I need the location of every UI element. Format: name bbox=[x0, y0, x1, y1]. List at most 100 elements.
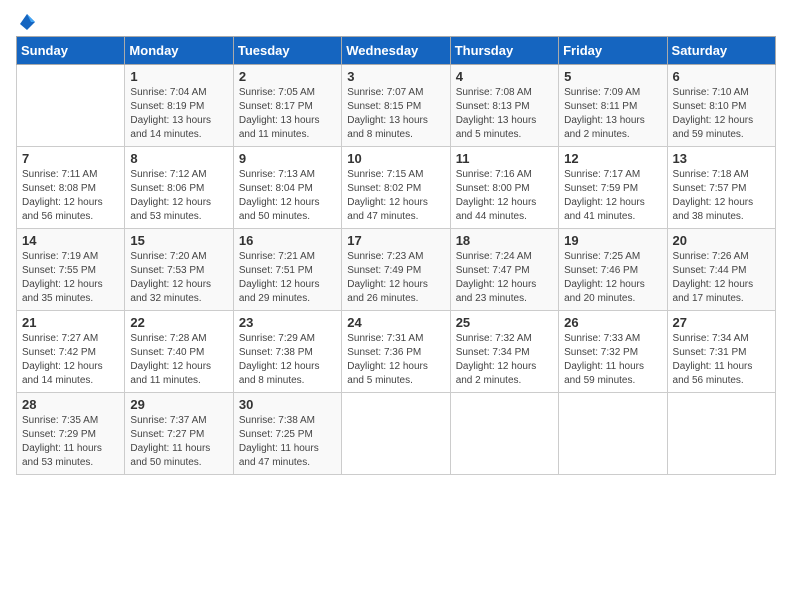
calendar-cell: 23 Sunrise: 7:29 AM Sunset: 7:38 PM Dayli… bbox=[233, 311, 341, 393]
calendar-table: SundayMondayTuesdayWednesdayThursdayFrid… bbox=[16, 36, 776, 475]
calendar-cell: 8 Sunrise: 7:12 AM Sunset: 8:06 PM Daylig… bbox=[125, 147, 233, 229]
calendar-cell: 20 Sunrise: 7:26 AM Sunset: 7:44 PM Dayli… bbox=[667, 229, 775, 311]
calendar-cell: 12 Sunrise: 7:17 AM Sunset: 7:59 PM Dayli… bbox=[559, 147, 667, 229]
day-number: 11 bbox=[456, 151, 553, 166]
day-number: 9 bbox=[239, 151, 336, 166]
calendar-cell: 21 Sunrise: 7:27 AM Sunset: 7:42 PM Dayli… bbox=[17, 311, 125, 393]
day-number: 6 bbox=[673, 69, 770, 84]
calendar-day-header: Wednesday bbox=[342, 37, 450, 65]
day-info: Sunrise: 7:13 AM Sunset: 8:04 PM Dayligh… bbox=[239, 168, 336, 224]
calendar-header-row: SundayMondayTuesdayWednesdayThursdayFrid… bbox=[17, 37, 776, 65]
calendar-cell: 17Sunrise: 7:23 AM Sunset: 7:49 PM Dayli… bbox=[342, 229, 450, 311]
day-number: 30 bbox=[239, 397, 336, 412]
calendar-cell: 26Sunrise: 7:33 AM Sunset: 7:32 PM Dayli… bbox=[559, 311, 667, 393]
day-info: Sunrise: 7:25 AM Sunset: 7:46 PM Dayligh… bbox=[564, 250, 661, 306]
day-info: Sunrise: 7:38 AM Sunset: 7:25 PM Dayligh… bbox=[239, 414, 336, 470]
calendar-cell: 6 Sunrise: 7:10 AM Sunset: 8:10 PM Daylig… bbox=[667, 65, 775, 147]
calendar-cell bbox=[559, 393, 667, 475]
calendar-cell: 11 Sunrise: 7:16 AM Sunset: 8:00 PM Dayli… bbox=[450, 147, 558, 229]
calendar-cell bbox=[450, 393, 558, 475]
day-number: 29 bbox=[130, 397, 227, 412]
day-info: Sunrise: 7:09 AM Sunset: 8:11 PM Dayligh… bbox=[564, 86, 661, 142]
calendar-day-header: Thursday bbox=[450, 37, 558, 65]
day-number: 18 bbox=[456, 233, 553, 248]
calendar-cell: 27 Sunrise: 7:34 AM Sunset: 7:31 PM Dayli… bbox=[667, 311, 775, 393]
calendar-cell: 7 Sunrise: 7:11 AM Sunset: 8:08 PM Daylig… bbox=[17, 147, 125, 229]
calendar-cell bbox=[342, 393, 450, 475]
day-number: 15 bbox=[130, 233, 227, 248]
day-info: Sunrise: 7:20 AM Sunset: 7:53 PM Dayligh… bbox=[130, 250, 227, 306]
day-number: 24 bbox=[347, 315, 444, 330]
calendar-cell: 9 Sunrise: 7:13 AM Sunset: 8:04 PM Daylig… bbox=[233, 147, 341, 229]
day-number: 25 bbox=[456, 315, 553, 330]
day-info: Sunrise: 7:33 AM Sunset: 7:32 PM Dayligh… bbox=[564, 332, 661, 388]
calendar-day-header: Monday bbox=[125, 37, 233, 65]
day-info: Sunrise: 7:19 AM Sunset: 7:55 PM Dayligh… bbox=[22, 250, 119, 306]
day-number: 2 bbox=[239, 69, 336, 84]
day-info: Sunrise: 7:17 AM Sunset: 7:59 PM Dayligh… bbox=[564, 168, 661, 224]
day-number: 12 bbox=[564, 151, 661, 166]
calendar-cell: 19 Sunrise: 7:25 AM Sunset: 7:46 PM Dayli… bbox=[559, 229, 667, 311]
day-info: Sunrise: 7:15 AM Sunset: 8:02 PM Dayligh… bbox=[347, 168, 444, 224]
calendar-week-row: 1Sunrise: 7:04 AM Sunset: 8:19 PM Daylig… bbox=[17, 65, 776, 147]
calendar-week-row: 14 Sunrise: 7:19 AM Sunset: 7:55 PM Dayli… bbox=[17, 229, 776, 311]
day-info: Sunrise: 7:32 AM Sunset: 7:34 PM Dayligh… bbox=[456, 332, 553, 388]
day-number: 27 bbox=[673, 315, 770, 330]
day-info: Sunrise: 7:24 AM Sunset: 7:47 PM Dayligh… bbox=[456, 250, 553, 306]
day-number: 14 bbox=[22, 233, 119, 248]
day-info: Sunrise: 7:08 AM Sunset: 8:13 PM Dayligh… bbox=[456, 86, 553, 142]
calendar-cell: 10Sunrise: 7:15 AM Sunset: 8:02 PM Dayli… bbox=[342, 147, 450, 229]
calendar-cell: 25 Sunrise: 7:32 AM Sunset: 7:34 PM Dayli… bbox=[450, 311, 558, 393]
calendar-cell: 24 Sunrise: 7:31 AM Sunset: 7:36 PM Dayli… bbox=[342, 311, 450, 393]
day-number: 3 bbox=[347, 69, 444, 84]
day-number: 20 bbox=[673, 233, 770, 248]
day-info: Sunrise: 7:05 AM Sunset: 8:17 PM Dayligh… bbox=[239, 86, 336, 142]
logo bbox=[16, 16, 36, 26]
day-number: 22 bbox=[130, 315, 227, 330]
calendar-day-header: Tuesday bbox=[233, 37, 341, 65]
calendar-cell: 15 Sunrise: 7:20 AM Sunset: 7:53 PM Dayli… bbox=[125, 229, 233, 311]
day-number: 13 bbox=[673, 151, 770, 166]
day-number: 8 bbox=[130, 151, 227, 166]
calendar-week-row: 7 Sunrise: 7:11 AM Sunset: 8:08 PM Daylig… bbox=[17, 147, 776, 229]
day-info: Sunrise: 7:18 AM Sunset: 7:57 PM Dayligh… bbox=[673, 168, 770, 224]
calendar-cell: 4 Sunrise: 7:08 AM Sunset: 8:13 PM Daylig… bbox=[450, 65, 558, 147]
calendar-cell: 1Sunrise: 7:04 AM Sunset: 8:19 PM Daylig… bbox=[125, 65, 233, 147]
day-info: Sunrise: 7:21 AM Sunset: 7:51 PM Dayligh… bbox=[239, 250, 336, 306]
calendar-cell: 29 Sunrise: 7:37 AM Sunset: 7:27 PM Dayli… bbox=[125, 393, 233, 475]
day-info: Sunrise: 7:27 AM Sunset: 7:42 PM Dayligh… bbox=[22, 332, 119, 388]
day-info: Sunrise: 7:12 AM Sunset: 8:06 PM Dayligh… bbox=[130, 168, 227, 224]
day-number: 21 bbox=[22, 315, 119, 330]
calendar-cell: 13 Sunrise: 7:18 AM Sunset: 7:57 PM Dayli… bbox=[667, 147, 775, 229]
day-number: 16 bbox=[239, 233, 336, 248]
day-info: Sunrise: 7:11 AM Sunset: 8:08 PM Dayligh… bbox=[22, 168, 119, 224]
logo-icon bbox=[18, 12, 36, 30]
day-number: 28 bbox=[22, 397, 119, 412]
calendar-cell: 30 Sunrise: 7:38 AM Sunset: 7:25 PM Dayli… bbox=[233, 393, 341, 475]
day-number: 23 bbox=[239, 315, 336, 330]
day-number: 5 bbox=[564, 69, 661, 84]
day-info: Sunrise: 7:31 AM Sunset: 7:36 PM Dayligh… bbox=[347, 332, 444, 388]
day-info: Sunrise: 7:35 AM Sunset: 7:29 PM Dayligh… bbox=[22, 414, 119, 470]
day-info: Sunrise: 7:34 AM Sunset: 7:31 PM Dayligh… bbox=[673, 332, 770, 388]
calendar-cell: 22 Sunrise: 7:28 AM Sunset: 7:40 PM Dayli… bbox=[125, 311, 233, 393]
calendar-cell: 3 Sunrise: 7:07 AM Sunset: 8:15 PM Daylig… bbox=[342, 65, 450, 147]
calendar-week-row: 28 Sunrise: 7:35 AM Sunset: 7:29 PM Dayli… bbox=[17, 393, 776, 475]
day-number: 7 bbox=[22, 151, 119, 166]
calendar-day-header: Friday bbox=[559, 37, 667, 65]
day-number: 4 bbox=[456, 69, 553, 84]
day-info: Sunrise: 7:07 AM Sunset: 8:15 PM Dayligh… bbox=[347, 86, 444, 142]
calendar-cell: 16 Sunrise: 7:21 AM Sunset: 7:51 PM Dayli… bbox=[233, 229, 341, 311]
day-info: Sunrise: 7:26 AM Sunset: 7:44 PM Dayligh… bbox=[673, 250, 770, 306]
day-number: 19 bbox=[564, 233, 661, 248]
calendar-cell bbox=[667, 393, 775, 475]
day-info: Sunrise: 7:29 AM Sunset: 7:38 PM Dayligh… bbox=[239, 332, 336, 388]
day-info: Sunrise: 7:23 AM Sunset: 7:49 PM Dayligh… bbox=[347, 250, 444, 306]
day-info: Sunrise: 7:28 AM Sunset: 7:40 PM Dayligh… bbox=[130, 332, 227, 388]
calendar-cell: 2 Sunrise: 7:05 AM Sunset: 8:17 PM Daylig… bbox=[233, 65, 341, 147]
calendar-cell bbox=[17, 65, 125, 147]
page-header bbox=[16, 16, 776, 26]
day-info: Sunrise: 7:10 AM Sunset: 8:10 PM Dayligh… bbox=[673, 86, 770, 142]
day-info: Sunrise: 7:37 AM Sunset: 7:27 PM Dayligh… bbox=[130, 414, 227, 470]
day-info: Sunrise: 7:16 AM Sunset: 8:00 PM Dayligh… bbox=[456, 168, 553, 224]
